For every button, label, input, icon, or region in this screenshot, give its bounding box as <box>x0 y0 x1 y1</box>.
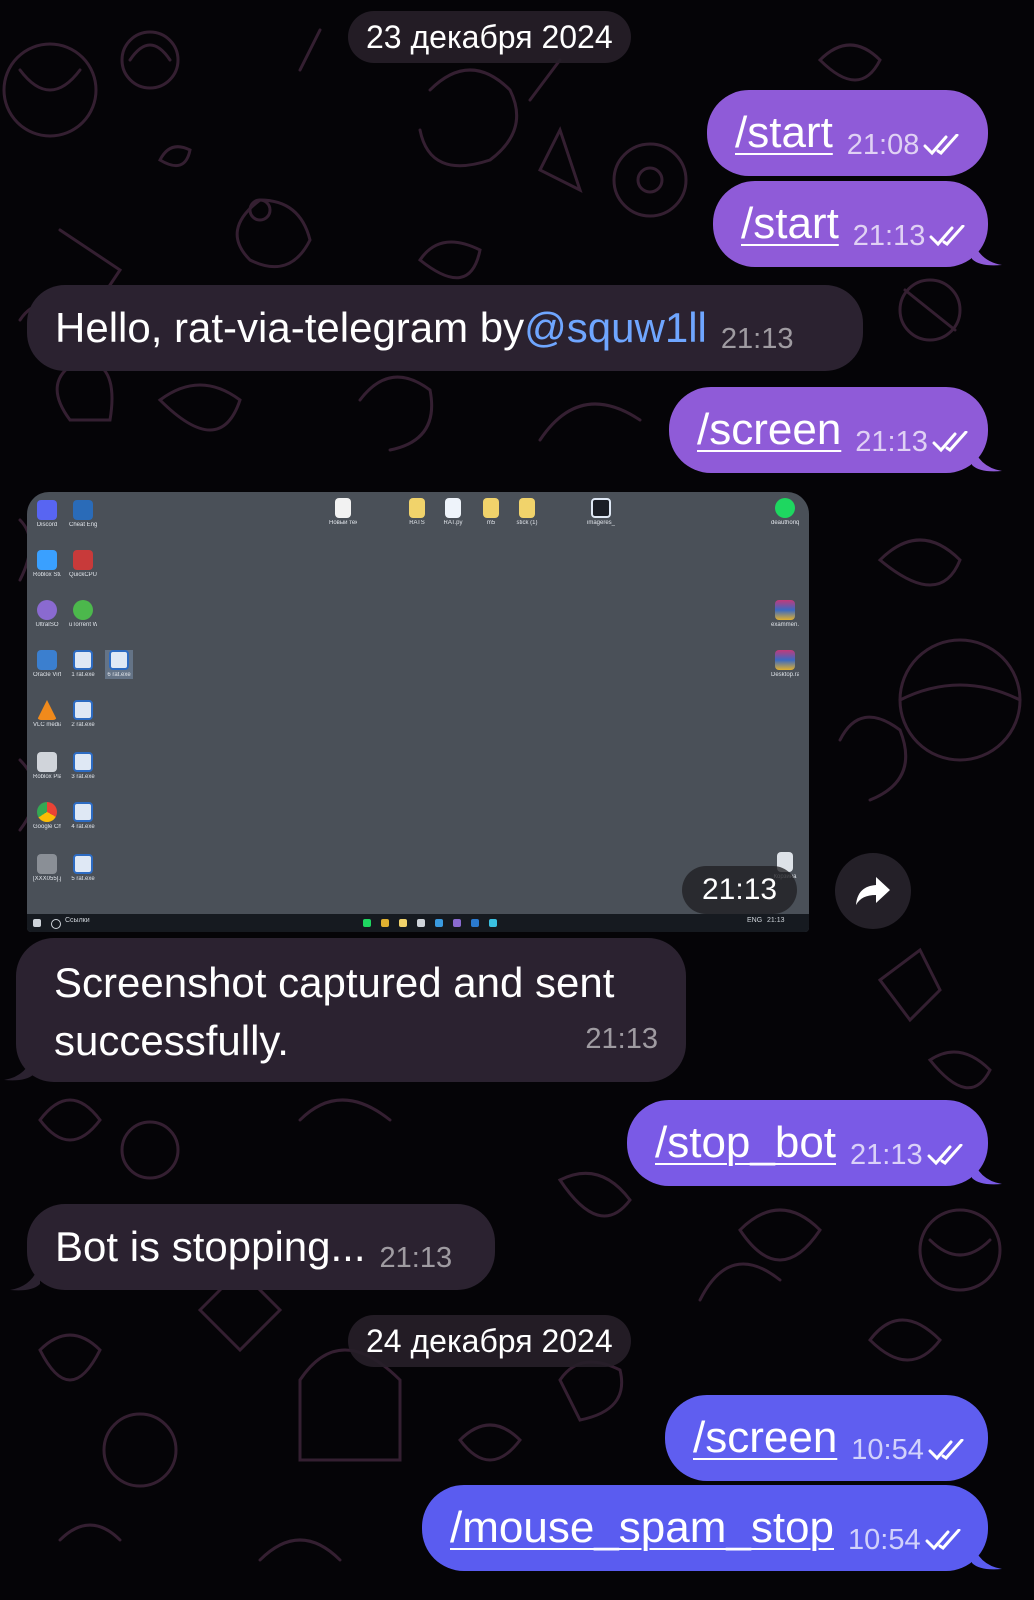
desktop-icon: RATS <box>403 498 431 527</box>
message-time: 10:54 <box>848 1523 921 1556</box>
double-check-icon <box>932 431 968 453</box>
bubble-tail <box>972 237 1002 266</box>
taskbar-app <box>471 919 479 927</box>
desktop-icon: uTorrent Web <box>69 600 97 629</box>
message-text: Hello, rat-via-telegram by <box>55 304 525 351</box>
command-link[interactable]: /screen <box>697 405 841 455</box>
outgoing-message[interactable]: /screen 10:54 <box>665 1395 988 1481</box>
message-meta: 10:54 <box>851 1434 966 1467</box>
bubble-tail <box>4 1052 34 1081</box>
command-link[interactable]: /mouse_spam_stop <box>450 1503 834 1553</box>
date-separator: 24 декабря 2024 <box>348 1315 631 1367</box>
message-meta: 10:54 <box>848 1524 963 1557</box>
bubble-tail <box>10 1262 40 1291</box>
taskbar-app <box>399 919 407 927</box>
desktop-icon: Новый текстовый ... <box>329 498 357 527</box>
desktop-icon: exammen.rar <box>771 600 799 629</box>
message-time: 10:54 <box>851 1433 924 1466</box>
message-meta: 21:13 <box>855 426 970 459</box>
bubble-tail <box>972 1156 1002 1185</box>
outgoing-message[interactable]: /mouse_spam_stop 10:54 <box>422 1485 988 1571</box>
date-separator: 23 декабря 2024 <box>348 11 631 63</box>
desktop-icon: 1 rat.exe <box>69 650 97 679</box>
message-meta: 21:13 <box>853 220 968 253</box>
photo-time: 21:13 <box>682 866 798 914</box>
message-time: 21:08 <box>846 128 920 161</box>
desktop-icon: [XXX055].jpg <box>33 854 61 883</box>
windows-start-icon <box>33 919 41 927</box>
message-text: Bot is stopping... <box>55 1223 366 1270</box>
forward-arrow-icon <box>856 877 890 905</box>
incoming-message[interactable]: Bot is stopping... 21:13 <box>27 1204 495 1290</box>
incoming-message[interactable]: Hello, rat-via-telegram by @squw1ll 21:1… <box>27 285 863 371</box>
message-time: 21:13 <box>850 1138 923 1171</box>
desktop-icon: RAT.py <box>439 498 467 527</box>
desktop-icon: QuickCPU <box>69 550 97 579</box>
desktop-icon: UltraISO <box>33 600 61 629</box>
desktop-icon: Oracle VirtualBox <box>33 650 61 679</box>
forward-button[interactable] <box>835 853 911 929</box>
message-time: 21:13 <box>855 425 928 458</box>
double-check-icon <box>928 1439 964 1461</box>
screenshot-photo[interactable]: Discord Cheat Engine Roblox Studio Quick… <box>27 492 809 932</box>
outgoing-message[interactable]: /start 21:13 <box>713 181 988 267</box>
outgoing-message[interactable]: /stop_bot 21:13 <box>627 1100 988 1186</box>
desktop-icon: 4 rat.exe <box>69 802 97 831</box>
taskbar-app <box>453 919 461 927</box>
message-time: 21:13 <box>852 219 926 252</box>
command-link[interactable]: /screen <box>693 1413 837 1463</box>
taskbar-app <box>435 919 443 927</box>
desktop-icon: Roblox Studio <box>33 550 61 579</box>
bubble-tail <box>972 443 1002 472</box>
taskbar-app <box>417 919 425 927</box>
desktop-icon: m5 <box>477 498 505 527</box>
command-link[interactable]: /start <box>741 199 839 249</box>
double-check-icon <box>923 134 959 156</box>
message-meta: 21:08 <box>847 129 962 162</box>
command-link[interactable]: /start <box>735 108 833 158</box>
desktop-icon: 5 rat.exe <box>69 854 97 883</box>
message-meta: 21:13 <box>850 1139 965 1172</box>
desktop-icon: Google Chrome <box>33 802 61 831</box>
desktop-icon: imageres_1... <box>587 498 615 527</box>
message-time: 21:13 <box>379 1241 453 1274</box>
taskbar-app <box>363 919 371 927</box>
taskbar-search-label: Ссылки <box>65 917 90 924</box>
command-link[interactable]: /stop_bot <box>655 1118 836 1168</box>
message-time: 21:13 <box>585 1023 658 1055</box>
desktop-icon: Discord <box>33 500 61 529</box>
message-text: Screenshot captured and sent successfull… <box>54 959 615 1064</box>
incoming-message[interactable]: Screenshot captured and sent successfull… <box>16 938 686 1082</box>
taskbar: Ссылки ENG 21:13 <box>27 914 809 932</box>
desktop-icon: deauthoriq... <box>771 498 799 527</box>
bubble-tail <box>972 1541 1002 1570</box>
desktop-icon: Roblox Player <box>33 752 61 781</box>
desktop-icon: VLC media player <box>33 700 61 729</box>
mention-link[interactable]: @squw1ll <box>524 304 707 352</box>
double-check-icon <box>927 1144 963 1166</box>
message-time: 21:13 <box>720 322 794 355</box>
desktop-icon: stick (1) <box>513 498 541 527</box>
desktop-icon: 3 rat.exe <box>69 752 97 781</box>
taskbar-app <box>381 919 389 927</box>
double-check-icon <box>925 1529 961 1551</box>
search-icon <box>51 919 61 929</box>
desktop-icon: Desktop.rar <box>771 650 799 679</box>
taskbar-language: ENG <box>747 917 763 924</box>
taskbar-app <box>489 919 497 927</box>
outgoing-message[interactable]: /start 21:08 <box>707 90 988 176</box>
taskbar-clock: 21:13 <box>767 917 785 924</box>
desktop-icon: Cheat Engine <box>69 500 97 529</box>
desktop-icon: 2 rat.exe <box>69 700 97 729</box>
double-check-icon <box>929 225 965 247</box>
desktop-icon: 6 rat.exe <box>105 650 133 679</box>
outgoing-message[interactable]: /screen 21:13 <box>669 387 988 473</box>
